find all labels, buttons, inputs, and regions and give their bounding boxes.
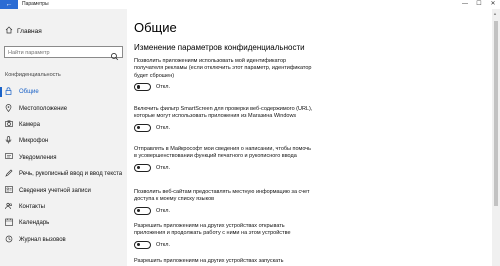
sidebar-section-header: Конфиденциальность — [5, 72, 61, 78]
setting-description: Разрешить приложениям на других устройст… — [134, 258, 284, 264]
search-input[interactable] — [8, 48, 108, 57]
sidebar-item-label: Камера — [19, 121, 40, 128]
toggle-switch[interactable] — [134, 82, 151, 91]
setting-description: Позволить веб-сайтам предоставлять местн… — [134, 189, 310, 203]
sidebar-item-label: Местоположение — [19, 105, 68, 112]
sidebar-item-contacts[interactable]: Контакты — [0, 199, 127, 215]
sidebar-item-label: Микрофон — [19, 138, 49, 145]
account-icon — [5, 186, 19, 195]
search-box[interactable] — [4, 46, 123, 61]
call-history-icon — [5, 235, 19, 245]
location-icon — [5, 103, 19, 114]
home-label: Главная — [17, 27, 42, 35]
window-controls: — ☐ ✕ — [458, 0, 500, 9]
lock-icon — [5, 87, 19, 97]
toggle-state-label: Откл. — [156, 124, 171, 131]
sidebar-item-label: Контакты — [19, 203, 45, 210]
scrollbar-thumb[interactable] — [494, 21, 498, 206]
setting-description: Позволить приложениям использовать мой и… — [134, 58, 312, 79]
sidebar-item-camera[interactable]: Камера — [0, 117, 127, 133]
contacts-icon — [5, 202, 19, 212]
microphone-icon — [5, 136, 19, 146]
toggle-state-label: Откл. — [156, 241, 171, 248]
setting-typing-info: Отправлять в Майкрософт мои сведения о н… — [134, 146, 314, 172]
sidebar-item-label: Речь, рукописный ввод и ввод текста — [19, 171, 123, 178]
toggle-switch[interactable] — [134, 163, 151, 172]
camera-icon — [5, 120, 19, 129]
sidebar-item-microphone[interactable]: Микрофон — [0, 133, 127, 149]
sidebar-item-account-info[interactable]: Сведения учетной записи — [0, 182, 127, 198]
section-title: Изменение параметров конфиденциальности — [134, 43, 305, 52]
window-title: Параметры — [22, 1, 49, 7]
setting-cross-device-apps: Разрешить приложениям на других устройст… — [134, 223, 314, 249]
sidebar-item-label: Общие — [19, 89, 39, 96]
setting-description: Разрешить приложениям на других устройст… — [134, 223, 291, 237]
scrollbar[interactable]: ▲ — [492, 9, 500, 266]
scroll-up-icon[interactable]: ▲ — [493, 11, 497, 16]
toggle-state-label: Откл. — [156, 207, 171, 214]
setting-language-list: Позволить веб-сайтам предоставлять местн… — [134, 189, 314, 215]
toggle-state-label: Откл. — [156, 83, 171, 90]
page-title: Общие — [134, 20, 177, 35]
title-bar: ← Параметры — ☐ ✕ — [0, 0, 500, 9]
toggle-switch[interactable] — [134, 123, 151, 132]
close-button[interactable]: ✕ — [486, 0, 500, 9]
main-content: Общие Изменение параметров конфиденциаль… — [127, 9, 492, 266]
back-button[interactable]: ← — [0, 0, 18, 9]
speech-icon — [5, 169, 19, 179]
sidebar-item-location[interactable]: Местоположение — [0, 100, 127, 116]
sidebar-item-general[interactable]: Общие — [0, 84, 127, 100]
sidebar-item-call-history[interactable]: Журнал вызовов — [0, 232, 127, 248]
setting-advertising-id: Позволить приложениям использовать мой и… — [134, 58, 314, 91]
sidebar-item-speech[interactable]: Речь, рукописный ввод и ввод текста — [0, 166, 127, 182]
setting-description: Включить фильтр SmartScreen для проверки… — [134, 106, 313, 120]
sidebar-item-label: Журнал вызовов — [19, 236, 66, 243]
toggle-switch[interactable] — [134, 206, 151, 215]
minimize-button[interactable]: — — [458, 0, 472, 9]
sidebar-item-label: Сведения учетной записи — [19, 187, 91, 194]
setting-cross-device-launch: Разрешить приложениям на других устройст… — [134, 258, 314, 265]
toggle-state-label: Откл. — [156, 164, 171, 171]
toggle-switch[interactable] — [134, 240, 151, 249]
maximize-button[interactable]: ☐ — [472, 0, 486, 9]
setting-smartscreen: Включить фильтр SmartScreen для проверки… — [134, 106, 314, 132]
sidebar: Главная Конфиденциальность Общие Местопо… — [0, 9, 127, 266]
calendar-icon — [5, 218, 19, 228]
setting-description: Отправлять в Майкрософт мои сведения о н… — [134, 146, 312, 160]
sidebar-item-label: Календарь — [19, 220, 50, 227]
home-link[interactable]: Главная — [5, 25, 42, 37]
notifications-icon — [5, 153, 19, 162]
sidebar-nav: Общие Местоположение Камера Микрофон Уве… — [0, 84, 127, 248]
sidebar-item-calendar[interactable]: Календарь — [0, 215, 127, 231]
sidebar-item-label: Уведомления — [19, 154, 57, 161]
sidebar-item-notifications[interactable]: Уведомления — [0, 150, 127, 166]
home-icon — [5, 26, 17, 36]
search-icon[interactable] — [110, 48, 120, 61]
